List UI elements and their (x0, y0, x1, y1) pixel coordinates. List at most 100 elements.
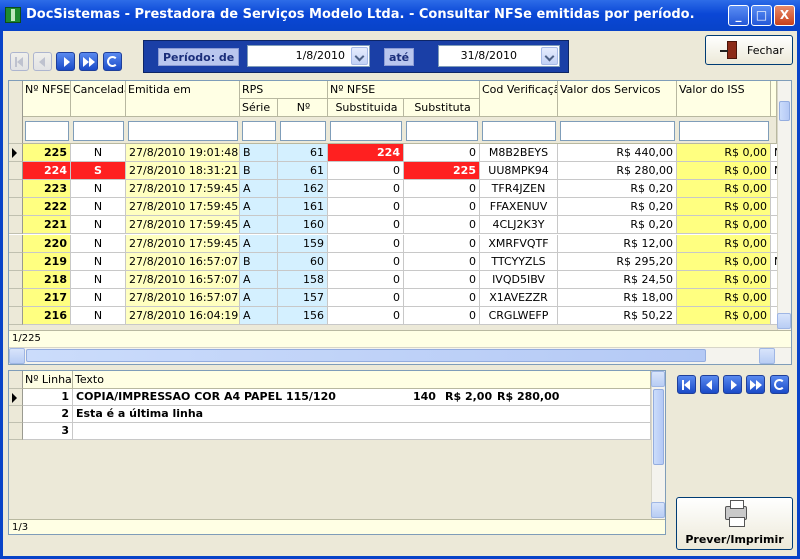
cell-iss[interactable]: R$ 0,00 (677, 162, 771, 180)
prev-record-button[interactable] (33, 52, 52, 71)
scroll-thumb[interactable] (779, 101, 790, 121)
cell-emitida[interactable]: 27/8/2010 16:57:07 (126, 271, 240, 289)
cell-rps_num[interactable]: 159 (278, 235, 328, 253)
col-rps-header[interactable]: RPS (240, 81, 328, 99)
cell-substituta[interactable]: 0 (404, 271, 480, 289)
line-row-indicator[interactable] (9, 389, 23, 406)
cell-substituida[interactable]: 0 (328, 307, 404, 325)
cell-linha[interactable]: 1 (23, 389, 73, 406)
filter-emitida-input[interactable] (128, 121, 238, 141)
row-indicator[interactable] (9, 216, 23, 234)
row-indicator[interactable] (9, 235, 23, 253)
cell-substituida[interactable]: 0 (328, 162, 404, 180)
cell-iss[interactable]: R$ 0,00 (677, 180, 771, 198)
row-indicator[interactable] (9, 289, 23, 307)
nfse-grid[interactable]: Nº NFSE Cancelada Emitida em RPS Série N… (8, 80, 792, 365)
cell-rps_num[interactable]: 160 (278, 216, 328, 234)
chevron-down-icon[interactable] (541, 47, 558, 65)
cell-cancelada[interactable]: N (71, 144, 126, 162)
filter-numero-input[interactable] (25, 121, 69, 141)
col-emitida-header[interactable]: Emitida em (126, 81, 240, 117)
col-texto-header[interactable]: Texto (73, 371, 651, 389)
cell-linha[interactable]: 3 (23, 423, 73, 440)
cell-numero[interactable]: 217 (23, 289, 71, 307)
cell-serie[interactable]: A (240, 289, 278, 307)
row-indicator[interactable] (9, 198, 23, 216)
period-from-select[interactable]: 1/8/2010 (247, 45, 370, 67)
cell-substituida[interactable]: 0 (328, 289, 404, 307)
next-record-button[interactable] (56, 52, 75, 71)
period-to-select[interactable]: 31/8/2010 (438, 45, 560, 67)
row-indicator[interactable] (9, 253, 23, 271)
cell-cod[interactable]: M8B2BEYS (480, 144, 558, 162)
nfse-horizontal-scrollbar[interactable] (9, 347, 791, 364)
cell-substituta[interactable]: 0 (404, 253, 480, 271)
lines-refresh-button[interactable] (770, 375, 789, 394)
cell-cancelada[interactable]: N (71, 271, 126, 289)
cell-serie[interactable]: A (240, 271, 278, 289)
lines-last-button[interactable] (746, 375, 765, 394)
col-substituida-header[interactable]: Substituida (328, 99, 404, 117)
row-indicator[interactable] (9, 307, 23, 325)
cell-valor[interactable]: R$ 24,50 (558, 271, 677, 289)
cell-iss[interactable]: R$ 0,00 (677, 235, 771, 253)
cell-rps_num[interactable]: 61 (278, 144, 328, 162)
cell-substituta[interactable]: 0 (404, 198, 480, 216)
cell-cancelada[interactable]: N (71, 307, 126, 325)
filter-rps-num-input[interactable] (280, 121, 326, 141)
cell-substituida[interactable]: 0 (328, 235, 404, 253)
cell-texto[interactable]: Esta é a última linha (73, 406, 651, 423)
cell-substituida[interactable]: 224 (328, 144, 404, 162)
cell-cod[interactable]: XMRFVQTF (480, 235, 558, 253)
cell-substituta[interactable]: 0 (404, 144, 480, 162)
cell-emitida[interactable]: 27/8/2010 17:59:45 (126, 216, 240, 234)
cell-numero[interactable]: 219 (23, 253, 71, 271)
cell-texto[interactable] (73, 423, 651, 440)
cell-substituida[interactable]: 0 (328, 180, 404, 198)
cell-emitida[interactable]: 27/8/2010 17:59:45 (126, 235, 240, 253)
lines-grid[interactable]: Nº Linha Texto 1 COPIA/IMPRESSAO COR A4 P… (8, 370, 666, 535)
cell-substituida[interactable]: 0 (328, 198, 404, 216)
cell-texto[interactable]: COPIA/IMPRESSAO COR A4 PAPEL 115/120 140 R… (73, 389, 651, 406)
cell-substituta[interactable]: 0 (404, 307, 480, 325)
close-button[interactable]: Fechar (705, 35, 793, 65)
cell-serie[interactable]: B (240, 144, 278, 162)
cell-cancelada[interactable]: N (71, 216, 126, 234)
cell-rps_num[interactable]: 161 (278, 198, 328, 216)
cell-rps_num[interactable]: 61 (278, 162, 328, 180)
cell-numero[interactable]: 223 (23, 180, 71, 198)
filter-serie-input[interactable] (242, 121, 276, 141)
cell-rps_num[interactable]: 162 (278, 180, 328, 198)
scroll-down-button[interactable] (777, 313, 791, 329)
cell-serie[interactable]: A (240, 216, 278, 234)
cell-numero[interactable]: 218 (23, 271, 71, 289)
filter-substituida-input[interactable] (330, 121, 402, 141)
cell-cod[interactable]: TTCYYZLS (480, 253, 558, 271)
hscroll-thumb[interactable] (26, 349, 706, 362)
minimize-button[interactable]: _ (728, 5, 749, 26)
nfse-vertical-scrollbar[interactable] (777, 81, 791, 330)
cell-substituta[interactable]: 0 (404, 216, 480, 234)
scroll-left-button[interactable] (9, 348, 25, 364)
cell-numero[interactable]: 221 (23, 216, 71, 234)
cell-emitida[interactable]: 27/8/2010 17:59:45 (126, 180, 240, 198)
cell-iss[interactable]: R$ 0,00 (677, 253, 771, 271)
cell-cod[interactable]: 4CLJ2K3Y (480, 216, 558, 234)
cell-serie[interactable]: A (240, 198, 278, 216)
cell-substituta[interactable]: 0 (404, 235, 480, 253)
filter-valor-input[interactable] (560, 121, 675, 141)
cell-serie[interactable]: B (240, 253, 278, 271)
cell-cod[interactable]: TFR4JZEN (480, 180, 558, 198)
cell-valor[interactable]: R$ 18,00 (558, 289, 677, 307)
cell-iss[interactable]: R$ 0,00 (677, 271, 771, 289)
cell-cod[interactable]: CRGLWEFP (480, 307, 558, 325)
cell-iss[interactable]: R$ 0,00 (677, 216, 771, 234)
cell-valor[interactable]: R$ 0,20 (558, 180, 677, 198)
lines-scroll-down-button[interactable] (651, 502, 665, 518)
lines-vertical-scrollbar[interactable] (651, 371, 665, 519)
col-valor-servicos-header[interactable]: Valor dos Servicos (558, 81, 677, 117)
cell-serie[interactable]: A (240, 307, 278, 325)
cell-cancelada[interactable]: N (71, 253, 126, 271)
col-cod-header[interactable]: Cod Verificação (480, 81, 558, 117)
col-numero-header[interactable]: Nº NFSE (23, 81, 71, 117)
